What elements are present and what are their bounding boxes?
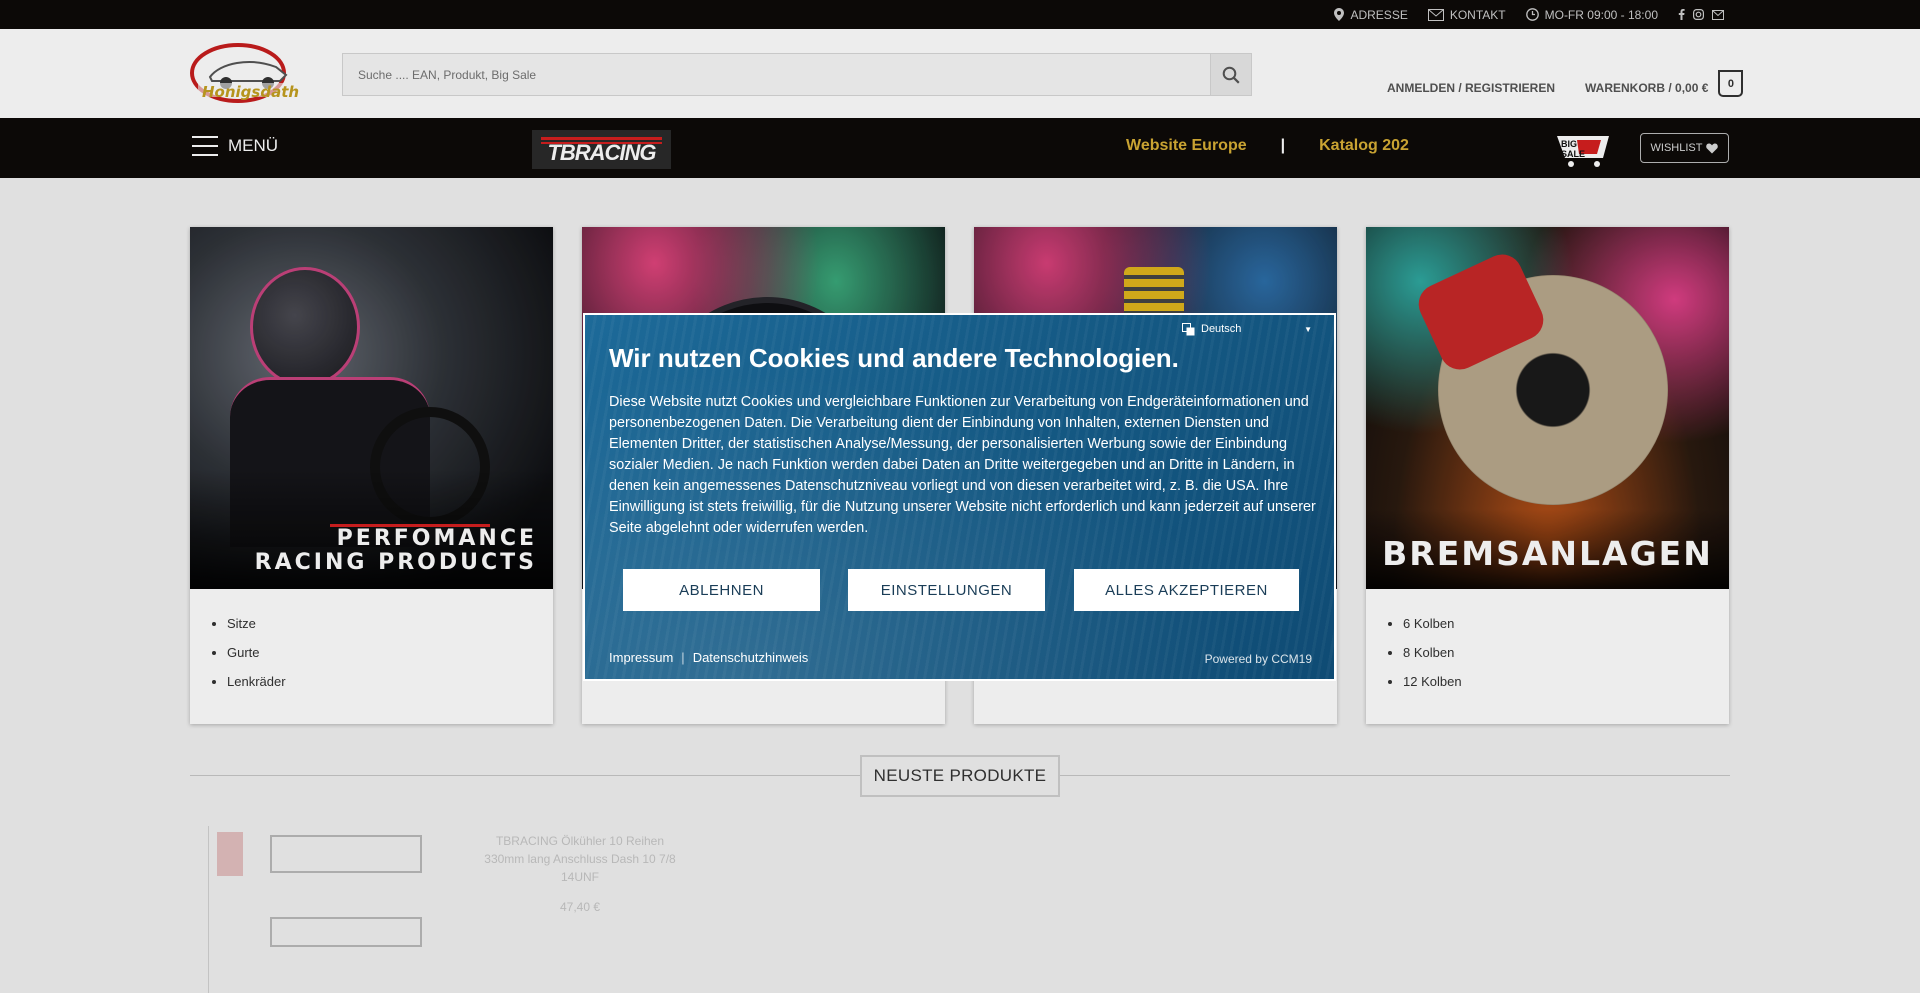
cookie-title: Wir nutzen Cookies und andere Technologi… — [609, 343, 1179, 373]
privacy-link[interactable]: Datenschutzhinweis — [693, 650, 809, 665]
reject-button[interactable]: ABLEHNEN — [623, 569, 820, 611]
translate-icon — [1182, 322, 1195, 335]
language-label: Deutsch — [1201, 323, 1242, 335]
language-select[interactable]: Deutsch ▼ — [1182, 319, 1312, 339]
accept-all-button[interactable]: ALLES AKZEPTIEREN — [1074, 569, 1299, 611]
powered-by-link[interactable]: Powered by CCM19 — [1205, 652, 1312, 666]
cookie-text: Diese Website nutzt Cookies und vergleic… — [609, 394, 1316, 536]
link-separator: | — [681, 650, 685, 665]
settings-button[interactable]: EINSTELLUNGEN — [848, 569, 1045, 611]
cookie-consent-dialog: Deutsch ▼ Wir nutzen Cookies und andere … — [583, 313, 1336, 681]
cookie-footer-links: Impressum | Datenschutzhinweis — [609, 650, 808, 665]
imprint-link[interactable]: Impressum — [609, 650, 673, 665]
chevron-down-icon: ▼ — [1304, 324, 1312, 334]
